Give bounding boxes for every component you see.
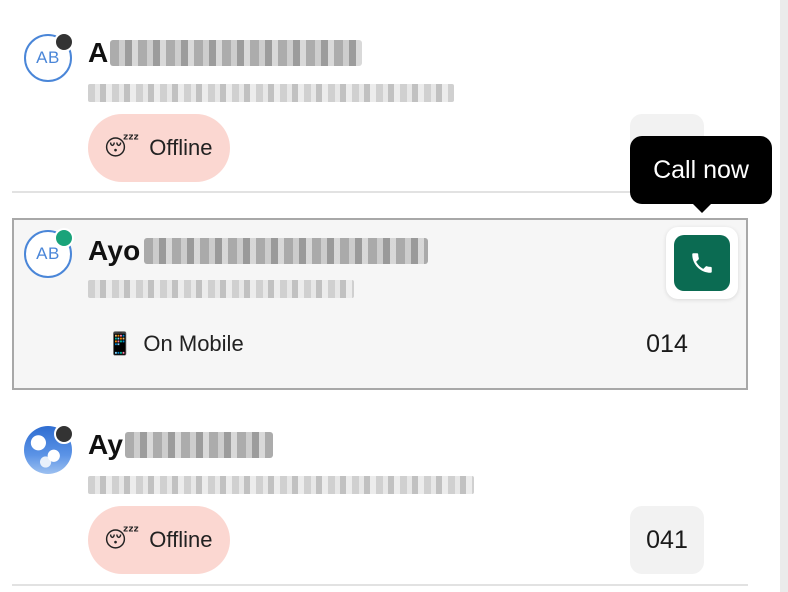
count-value: 014: [646, 329, 688, 358]
contact-name-text: Ayo: [88, 235, 141, 266]
sleeping-face-icon: 😴: [104, 527, 140, 553]
divider: [12, 584, 748, 586]
contact-name: Ay: [88, 428, 274, 462]
sleeping-face-icon: 😴: [104, 135, 140, 161]
status-badge: 😴 Offline: [88, 506, 231, 574]
contact-card-selected[interactable]: AB Ayo 📱 On Mobile 014: [12, 218, 748, 390]
call-button-container: [666, 227, 738, 299]
tooltip-label: Call now: [653, 155, 749, 184]
count-value: 041: [646, 525, 688, 554]
contact-name-text: Ay: [88, 429, 124, 460]
presence-offline-icon: [54, 424, 74, 444]
scrollbar[interactable]: [780, 0, 788, 592]
status-label: Offline: [149, 527, 213, 552]
avatar-initials: AB: [36, 244, 60, 263]
avatar-initials: AB: [36, 48, 60, 67]
redacted-name: [125, 432, 274, 458]
call-button[interactable]: [674, 235, 730, 291]
phone-icon: [692, 253, 712, 273]
status-badge: 📱 On Mobile: [106, 310, 262, 378]
status-label: Offline: [149, 135, 213, 160]
count-chip: 041: [630, 506, 704, 574]
status-badge: 😴 Offline: [88, 114, 231, 182]
contact-name-text: A: [88, 37, 109, 68]
mobile-phone-icon: 📱: [106, 331, 134, 357]
contact-list-panel: AB A 😴 Offline AB Ayo 📱 On Mobile 014 Ca…: [0, 0, 788, 592]
contact-name: A: [88, 36, 363, 70]
call-now-tooltip: Call now: [630, 136, 772, 204]
contact-name: Ayo: [88, 234, 429, 268]
tooltip-arrow: [692, 203, 712, 213]
count-chip: 014: [630, 310, 704, 378]
redacted-subtitle: [88, 280, 354, 298]
status-label: On Mobile: [143, 331, 244, 356]
redacted-subtitle: [88, 84, 454, 102]
presence-online-icon: [54, 228, 74, 248]
redacted-subtitle: [88, 476, 474, 494]
redacted-name: [144, 238, 429, 264]
presence-offline-icon: [54, 32, 74, 52]
redacted-name: [110, 40, 363, 66]
contact-card[interactable]: Ay 😴 Offline 041: [12, 414, 748, 582]
